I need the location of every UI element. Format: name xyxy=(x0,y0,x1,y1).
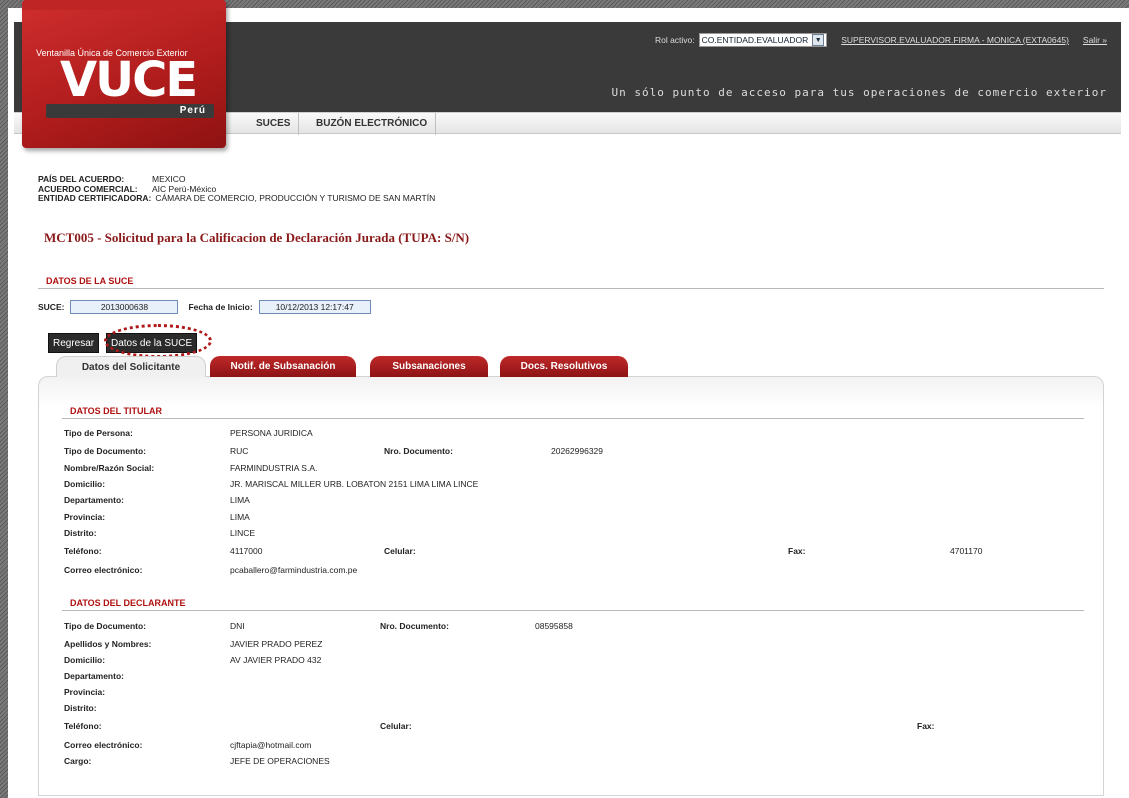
decl-telefono-label: Teléfono: xyxy=(64,721,102,731)
fax-value: 4701170 xyxy=(950,546,983,556)
decl-nro-doc-label: Nro. Documento: xyxy=(380,621,449,631)
suce-section-heading: DATOS DE LA SUCE xyxy=(46,276,134,286)
fecha-label: Fecha de Inicio: xyxy=(188,302,253,312)
highlight-circle xyxy=(104,324,212,358)
user-link[interactable]: SUPERVISOR.EVALUADOR.FIRMA - MONICA (EXT… xyxy=(841,35,1069,45)
decl-cargo-label: Cargo: xyxy=(64,756,92,766)
fecha-field[interactable]: 10/12/2013 12:17:47 xyxy=(258,300,371,314)
logo-country: Perú xyxy=(179,105,206,116)
fax-label: Fax: xyxy=(788,546,806,556)
tab-subsanaciones[interactable]: Subsanaciones xyxy=(370,356,488,377)
departamento-value: LIMA xyxy=(230,495,250,505)
divider xyxy=(62,418,1084,419)
nav-item-suces[interactable]: SUCES xyxy=(248,113,300,135)
decl-tipo-doc-label: Tipo de Documento: xyxy=(64,621,147,631)
divider xyxy=(38,288,1104,289)
vuce-logo[interactable]: Ventanilla Única de Comercio Exterior VU… xyxy=(22,0,226,148)
logout-link[interactable]: Salir » xyxy=(1083,35,1107,45)
correo-label: Correo electrónico: xyxy=(64,565,143,575)
decl-domicilio-label: Domicilio: xyxy=(64,655,106,665)
tab-docs-resolutivos[interactable]: Docs. Resolutivos xyxy=(500,356,628,377)
decl-celular-label: Celular: xyxy=(380,721,412,731)
rol-label: Rol activo: xyxy=(654,35,695,45)
titular-heading: DATOS DEL TITULAR xyxy=(70,406,162,416)
nro-doc-label: Nro. Documento: xyxy=(384,446,453,456)
rol-area: Rol activo: CO.ENTIDAD.EVALUADOR ▼ SUPER… xyxy=(655,32,1107,48)
distrito-value: LINCE xyxy=(230,528,256,538)
decl-nombres-label: Apellidos y Nombres: xyxy=(64,639,152,649)
domicilio-label: Domicilio: xyxy=(64,479,106,489)
tab-datos-solicitante[interactable]: Datos del Solicitante xyxy=(56,356,206,377)
decl-correo-label: Correo electrónico: xyxy=(64,740,143,750)
suce-label: SUCE: xyxy=(38,302,65,312)
departamento-label: Departamento: xyxy=(64,495,124,505)
nro-doc-value: 20262996329 xyxy=(551,446,604,456)
provincia-label: Provincia: xyxy=(64,512,106,522)
decl-provincia-label: Provincia: xyxy=(64,687,106,697)
tab-panel xyxy=(38,376,1104,796)
suce-field[interactable]: 2013000638 xyxy=(70,300,179,314)
chevron-down-icon[interactable]: ▼ xyxy=(812,34,825,46)
tipo-doc-value: RUC xyxy=(230,446,249,456)
celular-label: Celular: xyxy=(384,546,416,556)
suce-row: SUCE: 2013000638 Fecha de Inicio: 10/12/… xyxy=(38,300,371,314)
rol-select-value: CO.ENTIDAD.EVALUADOR xyxy=(701,35,809,45)
decl-fax-label: Fax: xyxy=(917,721,935,731)
decl-distrito-label: Distrito: xyxy=(64,703,97,713)
logo-top-band xyxy=(22,0,226,10)
nav-item-buzon[interactable]: BUZÓN ELECTRÓNICO xyxy=(308,113,437,135)
decl-departamento-label: Departamento: xyxy=(64,671,124,681)
provincia-value: LIMA xyxy=(230,512,250,522)
page-title: MCT005 - Solicitud para la Calificacion … xyxy=(44,230,470,245)
tipo-persona-value: PERSONA JURIDICA xyxy=(230,428,313,438)
distrito-label: Distrito: xyxy=(64,528,97,538)
divider xyxy=(62,610,1084,611)
nombre-value: FARMINDUSTRIA S.A. xyxy=(230,463,318,473)
decl-tipo-doc-value: DNI xyxy=(230,621,245,631)
decl-cargo-value: JEFE DE OPERACIONES xyxy=(230,756,330,766)
telefono-value: 4117000 xyxy=(230,546,263,556)
logo-country-bar: Perú xyxy=(46,104,214,118)
rol-select[interactable]: CO.ENTIDAD.EVALUADOR ▼ xyxy=(698,33,828,47)
declarante-heading: DATOS DEL DECLARANTE xyxy=(70,598,186,608)
decl-domicilio-value: AV JAVIER PRADO 432 xyxy=(230,655,322,665)
entidad-label: ENTIDAD CERTIFICADORA: xyxy=(38,193,152,203)
domicilio-value: JR. MARISCAL MILLER URB. LOBATON 2151 LI… xyxy=(230,479,479,489)
decl-nro-doc-value: 08595858 xyxy=(535,621,573,631)
regresar-button[interactable]: Regresar xyxy=(48,333,100,353)
tab-notif-subsanacion[interactable]: Notif. de Subsanación xyxy=(210,356,356,377)
correo-value: pcaballero@farmindustria.com.pe xyxy=(230,565,358,575)
decl-nombres-value: JAVIER PRADO PEREZ xyxy=(230,639,323,649)
tipo-persona-label: Tipo de Persona: xyxy=(64,428,133,438)
decl-correo-value: cjftapia@hotmail.com xyxy=(230,740,312,750)
slogan: Un sólo punto de acceso para tus operaci… xyxy=(611,86,1107,99)
tipo-doc-label: Tipo de Documento: xyxy=(64,446,147,456)
agreement-info: PAÍS DEL ACUERDO: MEXICO ACUERDO COMERCIA… xyxy=(38,174,436,204)
telefono-label: Teléfono: xyxy=(64,546,102,556)
nombre-label: Nombre/Razón Social: xyxy=(64,463,155,473)
entidad-value: CÁMARA DE COMERCIO, PRODUCCIÓN Y TURISMO… xyxy=(155,193,436,203)
logo-brand: VUCE xyxy=(60,52,198,108)
